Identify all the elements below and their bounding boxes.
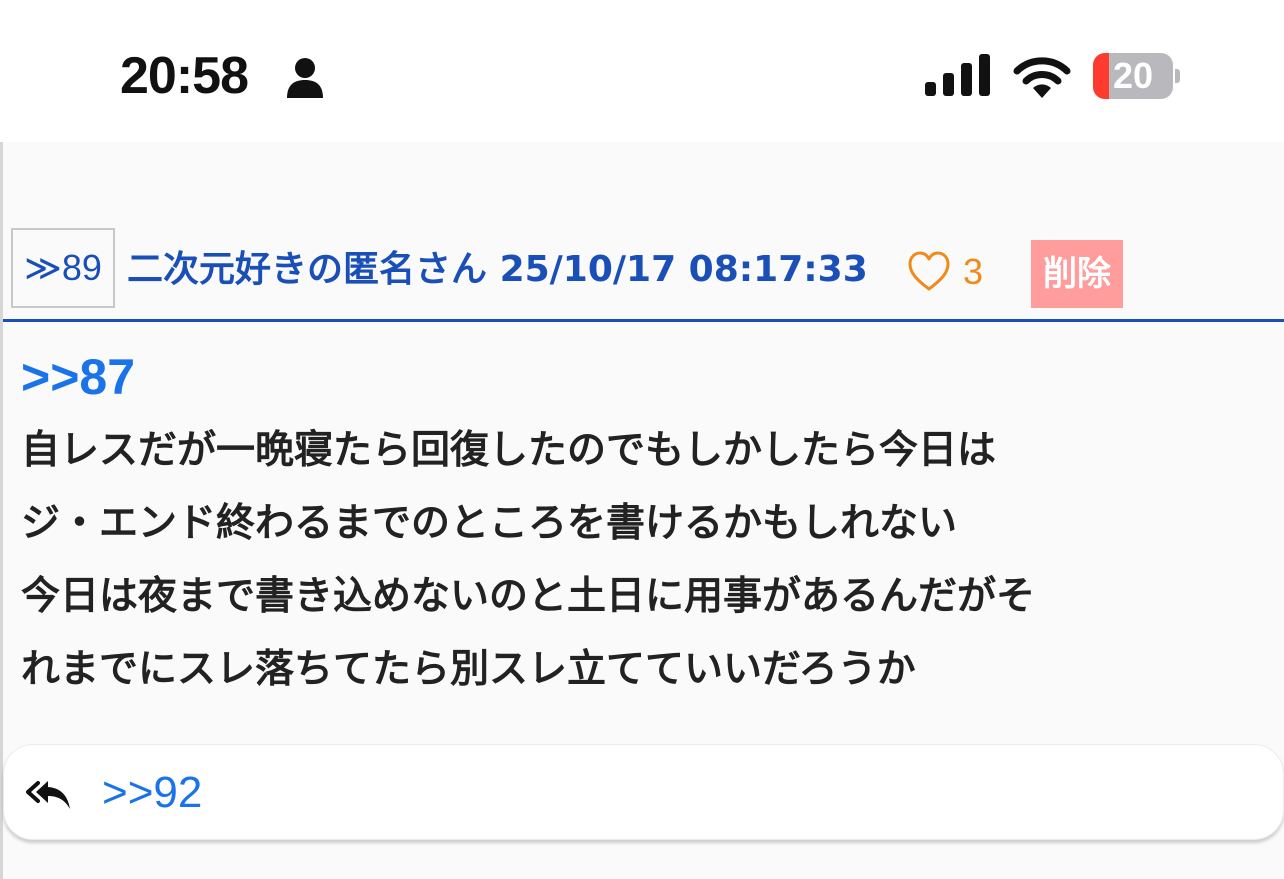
post-header: ≫89 二次元好きの匿名さん 25/10/17 08:17:33 3 削除 bbox=[3, 228, 1284, 322]
like-count: 3 bbox=[963, 251, 984, 292]
delete-button[interactable]: 削除 bbox=[1031, 240, 1123, 308]
post-author: 二次元好きの匿名さん bbox=[127, 249, 488, 290]
post-body: >>87 自レスだが一晩寝たら回復したのでもしかしたら今日は ジ・エンド終わるま… bbox=[21, 340, 1271, 706]
post-meta: 二次元好きの匿名さん 25/10/17 08:17:33 bbox=[127, 244, 868, 296]
battery-icon: 20 bbox=[1093, 53, 1180, 99]
post-text-line: 今日は夜まで書き込めないのと土日に用事があるんだがそ bbox=[21, 574, 1036, 619]
signal-icon bbox=[925, 54, 990, 96]
heart-icon[interactable] bbox=[907, 250, 951, 292]
post-container: ≫89 二次元好きの匿名さん 25/10/17 08:17:33 3 削除 >>… bbox=[0, 142, 1284, 879]
person-icon bbox=[287, 58, 323, 98]
status-bar: 20:58 20 bbox=[0, 0, 1284, 142]
post-text-line: 自レスだが一晩寝たら回復したのでもしかしたら今日は bbox=[21, 428, 997, 473]
status-time: 20:58 bbox=[120, 47, 249, 105]
post-number-link[interactable]: ≫89 bbox=[11, 228, 115, 308]
replies-card: >>92 bbox=[3, 744, 1284, 840]
reply-anchor-link[interactable]: >>87 bbox=[21, 340, 135, 414]
post-text-line: ジ・エンド終わるまでのところを書けるかもしれない bbox=[21, 501, 958, 546]
wifi-icon bbox=[1013, 57, 1071, 98]
post-text-line: れまでにスレ落ちてたら別スレ立てていいだろうか bbox=[21, 647, 916, 692]
reply-all-icon[interactable] bbox=[26, 777, 72, 811]
reply-link[interactable]: >>92 bbox=[102, 765, 202, 821]
battery-level-text: 20 bbox=[1112, 55, 1154, 96]
post-timestamp: 25/10/17 08:17:33 bbox=[499, 249, 868, 290]
